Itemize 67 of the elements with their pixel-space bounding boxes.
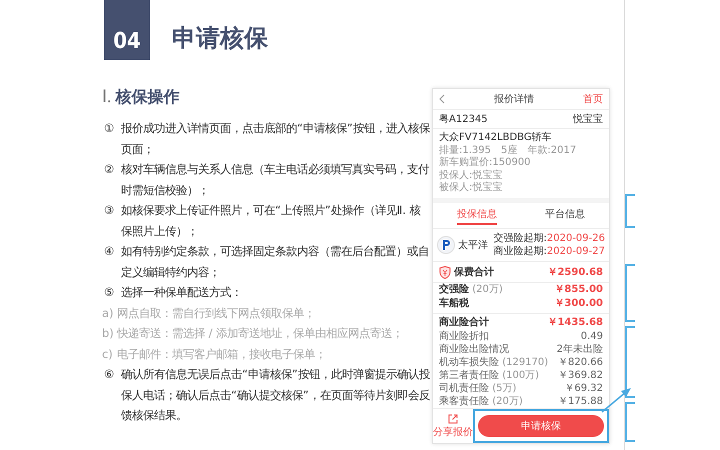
fee-label: 商业险出险情况	[439, 344, 509, 356]
step-text: 确认所有信息无误后点击“申请核保”按钮，此时弹窗提示确认投保人电话；确认后点击“确认提交核保”，在页面等待片刻即会反馈核保结果。	[121, 366, 430, 424]
item-note: (100万)	[501, 370, 540, 382]
item-note: (20万)	[491, 396, 523, 408]
step-marker: b)	[102, 325, 115, 342]
step-text: 网点自取：需自行到线下网点领取保单；	[117, 304, 315, 322]
total-amount: ￥2590.68	[547, 266, 603, 280]
step-text: 如核保要求上传证件照片，可在“上传照片”处操作（详见Ⅱ. 核保照片上传）；	[121, 202, 422, 240]
fee-label: 司机责任险	[439, 383, 489, 394]
step-marker: a)	[102, 304, 114, 322]
date-label: 交强险起期:	[494, 233, 547, 244]
car-spec: 年款:2017	[527, 144, 576, 157]
step-marker: ③	[104, 202, 116, 219]
fee-value: ￥369.82	[558, 369, 603, 382]
fee-value: ￥1435.68	[547, 316, 603, 330]
fee-label: 车船税	[439, 298, 469, 310]
car-spec: 5座	[501, 144, 518, 157]
step-marker: ⑤	[104, 284, 116, 301]
plate-number: 粤A12345	[439, 113, 488, 126]
step-marker: ②	[104, 161, 116, 178]
step-text: 报价成功进入详情页面，点击底部的“申请核保”按钮，进入核保页面；	[121, 120, 430, 158]
fee-label: 商业险折扣	[439, 331, 489, 342]
fee-value: ￥300.00	[554, 297, 603, 312]
item-note: (5万)	[491, 383, 516, 394]
car-model: 大众FV7142LBDBG轿车	[439, 132, 553, 144]
fee-label: 商业险合计	[439, 317, 489, 328]
step-marker: c)	[102, 346, 114, 362]
fee-value: ￥855.00	[554, 283, 603, 298]
car-spec: 排量:1.395	[439, 144, 491, 156]
fee-label: 机动车损失险	[439, 357, 499, 368]
roman-numeral: Ⅰ.	[102, 86, 112, 107]
info-line: 投保人:悦宝宝	[439, 170, 504, 182]
fee-value: ￥69.32	[564, 382, 603, 396]
step-text: 电子邮件：填写客户邮箱，接收电子保单；	[117, 346, 326, 362]
fee-value: 2年未出险	[556, 343, 603, 356]
home-link[interactable]: 首页	[583, 92, 603, 106]
tab[interactable]: 投保信息	[433, 203, 521, 228]
start-date: 2020-09-26	[546, 233, 605, 244]
step-text: 选择一种保单配送方式：	[121, 284, 242, 301]
page-title: 申请核保	[172, 23, 268, 54]
fee-value: 0.49	[580, 330, 603, 344]
date-label: 商业险起期:	[494, 246, 547, 258]
fee-label: 乘客责任险	[439, 396, 489, 408]
fee-value: ￥820.66	[558, 356, 603, 370]
section-heading: 核保操作	[115, 87, 180, 108]
step-marker: ④	[104, 243, 116, 260]
submit-button[interactable]: 申请核保	[478, 415, 604, 438]
owner-name: 悦宝宝	[573, 112, 603, 126]
start-date: 2020-09-27	[546, 246, 605, 258]
fee-label: 交强险	[439, 284, 469, 296]
step-text: 快递寄送：需选择 / 添加寄送地址，保单由相应网点寄送；	[117, 325, 404, 342]
info-line: 被保人:悦宝宝	[439, 182, 504, 194]
step-text: 如有特别约定条款，可选择固定条款内容（需在后台配置）或自定义编辑特约内容；	[121, 243, 430, 280]
info-line: 新车购置价:150900	[439, 157, 532, 170]
fee-value: ￥175.88	[558, 395, 603, 408]
insurer-name: 太平洋	[458, 238, 488, 252]
item-note: (20万)	[471, 284, 503, 296]
total-label: 保费合计	[454, 266, 494, 280]
share-button[interactable]: 分享报价	[433, 414, 473, 439]
item-note: (129170)	[501, 357, 548, 368]
step-marker: ⑥	[104, 366, 116, 383]
section-number: 04	[104, 0, 150, 60]
tab[interactable]: 平台信息	[521, 203, 609, 228]
fee-label: 第三者责任险	[439, 370, 499, 382]
screen-title: 报价详情	[494, 92, 534, 106]
step-marker: ①	[104, 120, 116, 137]
step-text: 核对车辆信息与关系人信息（车主电话必须填写真实号码，支付时需短信校验）；	[121, 161, 430, 198]
